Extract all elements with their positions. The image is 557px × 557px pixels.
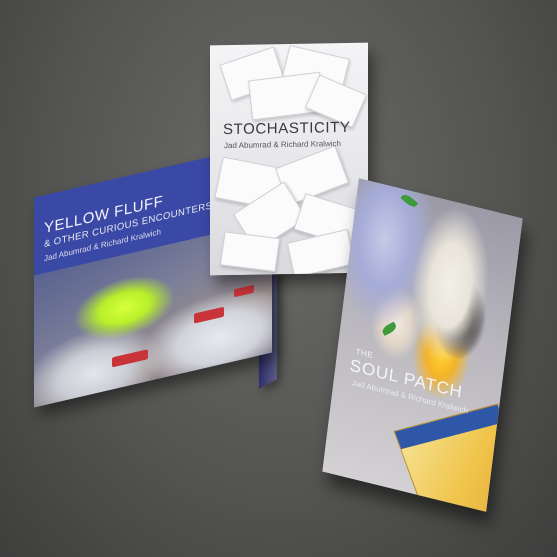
red-object	[234, 284, 254, 298]
paper-slip	[219, 231, 281, 272]
box-stripe	[394, 404, 504, 450]
paper-slip	[286, 228, 356, 276]
soul-patch-cover-photo	[322, 178, 523, 512]
stochasticity-title: STOCHASTICITY	[223, 118, 351, 139]
soul-patch-book: THE SOUL PATCH Jad Abumrad & Richard Kra…	[322, 178, 523, 512]
baking-soda-box	[393, 403, 523, 512]
stochasticity-book: STOCHASTICITY Jad Abumrad & Richard Kral…	[210, 42, 368, 276]
photo-scene: YELLOW FLUFF & OTHER CURIOUS ENCOUNTERS …	[0, 0, 557, 557]
leaf	[400, 192, 419, 210]
stochasticity-authors: Jad Abumrad & Richard Kralwich	[224, 139, 341, 151]
red-object	[112, 349, 148, 368]
red-object	[194, 306, 224, 324]
leaf	[380, 321, 399, 336]
